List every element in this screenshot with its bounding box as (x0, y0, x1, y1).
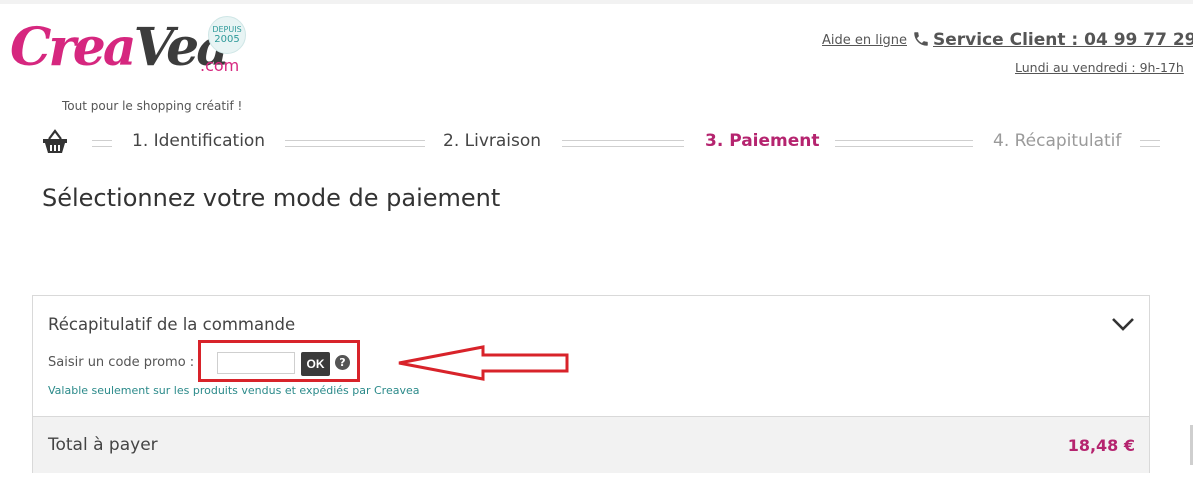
page-title: Sélectionnez votre mode de paiement (42, 184, 501, 212)
basket-icon (43, 129, 67, 153)
step-separator (92, 140, 112, 147)
promo-validity-note: Valable seulement sur les produits vendu… (48, 384, 420, 397)
step-identification[interactable]: 1. Identification (132, 131, 265, 151)
top-strip (0, 0, 1193, 4)
step-recapitulatif: 4. Récapitulatif (993, 131, 1122, 151)
step-livraison[interactable]: 2. Livraison (443, 131, 541, 151)
step-separator (285, 140, 425, 147)
help-online-link[interactable]: Aide en ligne (822, 33, 907, 48)
total-row: Total à payer 18,48 € (33, 416, 1149, 473)
step-separator (835, 140, 973, 147)
since-2005-badge: DEPUIS 2005 (208, 16, 246, 54)
step-paiement: 3. Paiement (705, 131, 820, 151)
logo-wordmark: CreaVea (10, 17, 230, 78)
total-amount: 18,48 € (1067, 436, 1135, 455)
service-client-phone[interactable]: Service Client : 04 99 77 29 10 (933, 30, 1193, 50)
order-summary-panel: Récapitulatif de la commande Saisir un c… (32, 295, 1150, 473)
promo-code-label: Saisir un code promo : (48, 355, 195, 370)
annotation-highlight-box (198, 340, 360, 382)
phone-icon (914, 32, 928, 46)
service-hours: Lundi au vendredi : 9h-17h (1015, 60, 1184, 75)
step-separator (562, 140, 684, 147)
annotation-arrow-icon (398, 345, 569, 381)
logo-suffix: .com (200, 56, 240, 75)
chevron-down-icon[interactable] (1111, 316, 1135, 332)
step-separator (1140, 140, 1160, 147)
creavea-logo[interactable]: CreaVea .com DEPUIS 2005 (10, 14, 250, 94)
total-label: Total à payer (48, 435, 158, 455)
order-summary-title[interactable]: Récapitulatif de la commande (48, 315, 295, 334)
tagline: Tout pour le shopping créatif ! (62, 99, 243, 113)
